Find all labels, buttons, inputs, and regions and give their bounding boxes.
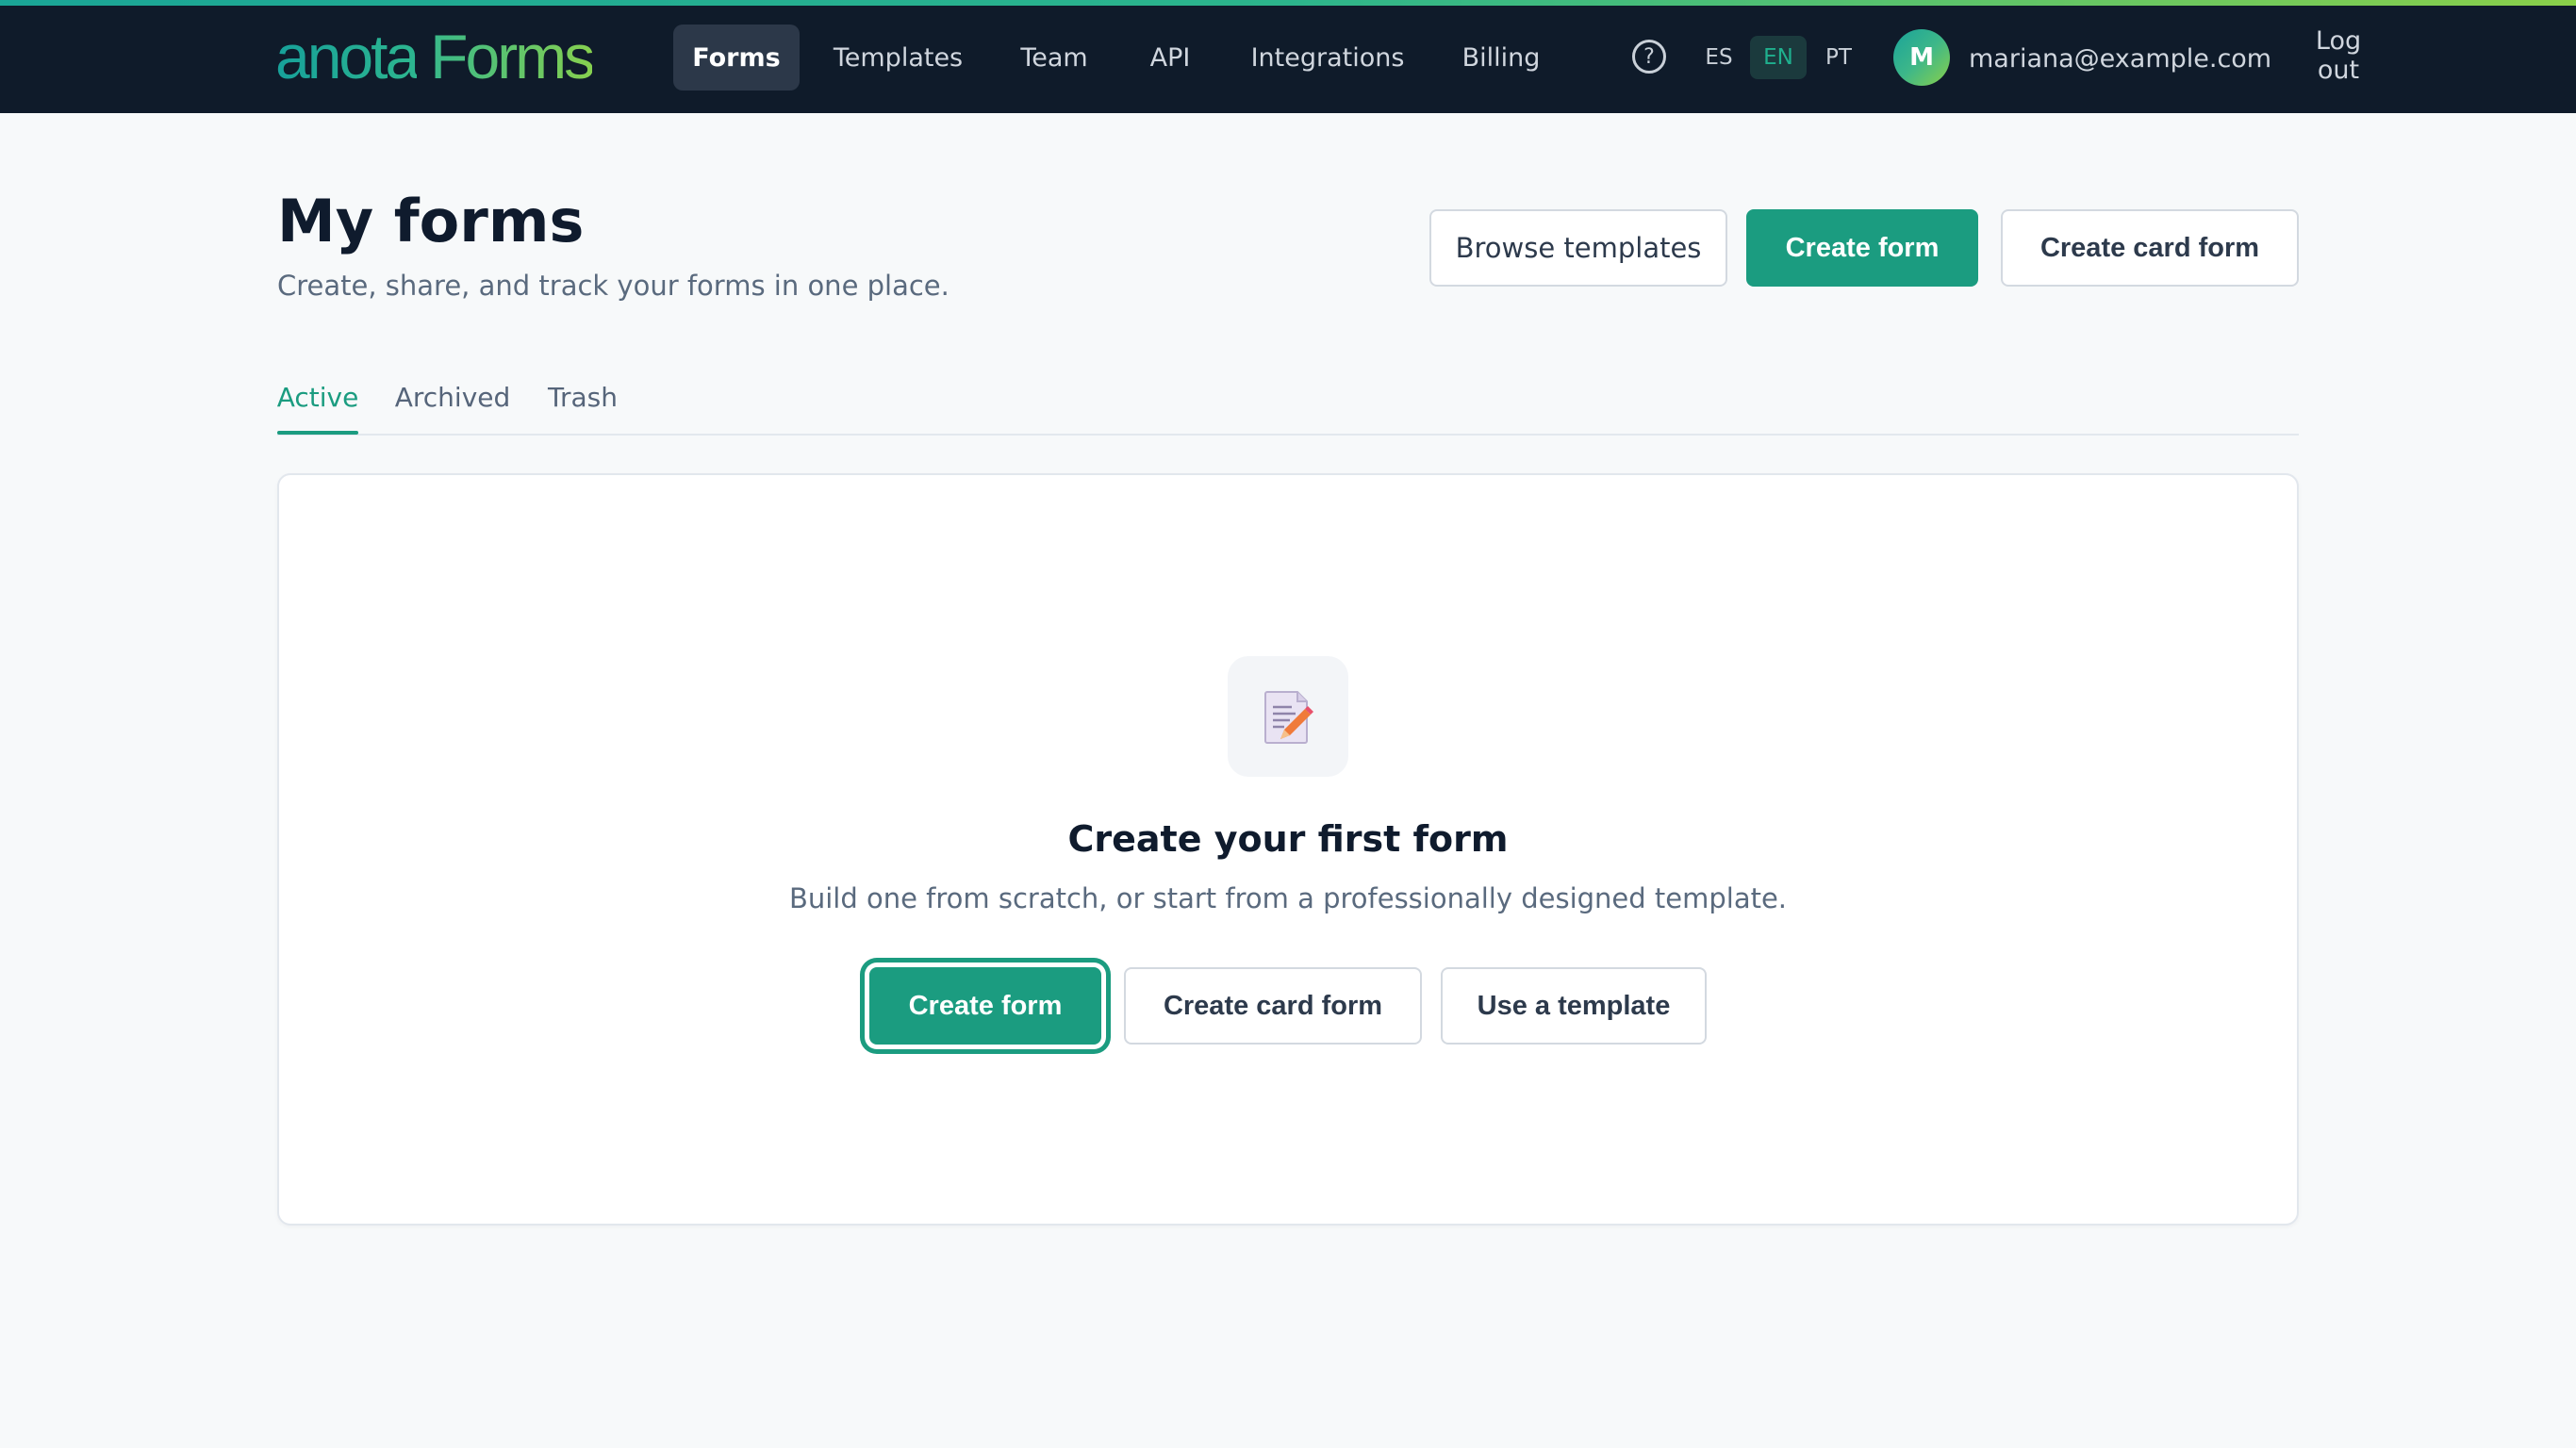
tab-archived[interactable]: Archived bbox=[394, 373, 511, 420]
active-tab-indicator bbox=[277, 431, 358, 435]
nav-item-label: Templates bbox=[833, 42, 964, 73]
nav-item-label: Forms bbox=[692, 42, 781, 73]
empty-state-create-form-button[interactable]: Create form bbox=[869, 967, 1101, 1045]
nav-item-forms[interactable]: Forms bbox=[673, 25, 800, 90]
tab-label: Active bbox=[276, 381, 359, 413]
button-label: Create card form bbox=[1163, 990, 1383, 1021]
nav-item-integrations[interactable]: Integrations bbox=[1241, 25, 1414, 90]
user-email[interactable]: mariana@example.com bbox=[1969, 38, 2271, 79]
browse-templates-button[interactable]: Browse templates bbox=[1429, 209, 1727, 287]
page-subtitle: Create, share, and track your forms in o… bbox=[277, 270, 949, 302]
nav-item-label: Integrations bbox=[1250, 42, 1405, 73]
nav-item-api[interactable]: API bbox=[1131, 25, 1209, 90]
language-en[interactable]: EN bbox=[1750, 36, 1807, 79]
button-label: Create form bbox=[1785, 232, 1940, 263]
nav-item-label: Team bbox=[1020, 42, 1088, 73]
create-card-form-button[interactable]: Create card form bbox=[2001, 209, 2299, 287]
nav-item-label: Billing bbox=[1461, 42, 1541, 73]
logout-button[interactable]: Log out bbox=[2303, 26, 2374, 85]
tab-trash[interactable]: Trash bbox=[545, 373, 620, 420]
accent-line bbox=[0, 0, 2576, 6]
empty-state-subtitle: Build one from scratch, or start from a … bbox=[788, 882, 1788, 914]
logo-text-forms: Forms bbox=[430, 22, 595, 91]
language-pt[interactable]: PT bbox=[1816, 36, 1861, 79]
language-label: EN bbox=[1763, 45, 1793, 70]
logo-text-anota: anota bbox=[275, 22, 420, 91]
empty-state-icon-container bbox=[1228, 656, 1348, 777]
nav-item-billing[interactable]: Billing bbox=[1448, 25, 1554, 90]
tab-active[interactable]: Active bbox=[276, 373, 359, 420]
language-label: PT bbox=[1825, 45, 1852, 70]
form-edit-icon bbox=[1264, 691, 1313, 744]
button-label: Create form bbox=[908, 990, 1063, 1021]
tab-label: Trash bbox=[548, 381, 618, 413]
page-title: My forms bbox=[277, 187, 585, 255]
language-es[interactable]: ES bbox=[1697, 36, 1741, 79]
user-avatar[interactable]: M bbox=[1893, 29, 1950, 86]
tabs-divider bbox=[277, 434, 2299, 436]
create-form-button[interactable]: Create form bbox=[1746, 209, 1978, 287]
nav-item-label: API bbox=[1149, 42, 1191, 73]
button-label: Create card form bbox=[2039, 232, 2260, 263]
button-label: Use a template bbox=[1477, 990, 1671, 1021]
nav-item-team[interactable]: Team bbox=[1007, 25, 1101, 90]
use-template-button[interactable]: Use a template bbox=[1441, 967, 1707, 1045]
app-logo[interactable]: anota Forms bbox=[275, 21, 595, 92]
empty-state-title: Create your first form bbox=[1067, 818, 1509, 860]
button-label: Browse templates bbox=[1455, 232, 1702, 264]
help-glyph: ? bbox=[1643, 44, 1655, 69]
empty-state-create-card-form-button[interactable]: Create card form bbox=[1124, 967, 1422, 1045]
avatar-initial: M bbox=[1909, 43, 1934, 72]
language-label: ES bbox=[1705, 45, 1733, 70]
nav-item-templates[interactable]: Templates bbox=[820, 25, 976, 90]
tab-label: Archived bbox=[394, 381, 511, 413]
question-circle-icon[interactable]: ? bbox=[1632, 40, 1666, 74]
